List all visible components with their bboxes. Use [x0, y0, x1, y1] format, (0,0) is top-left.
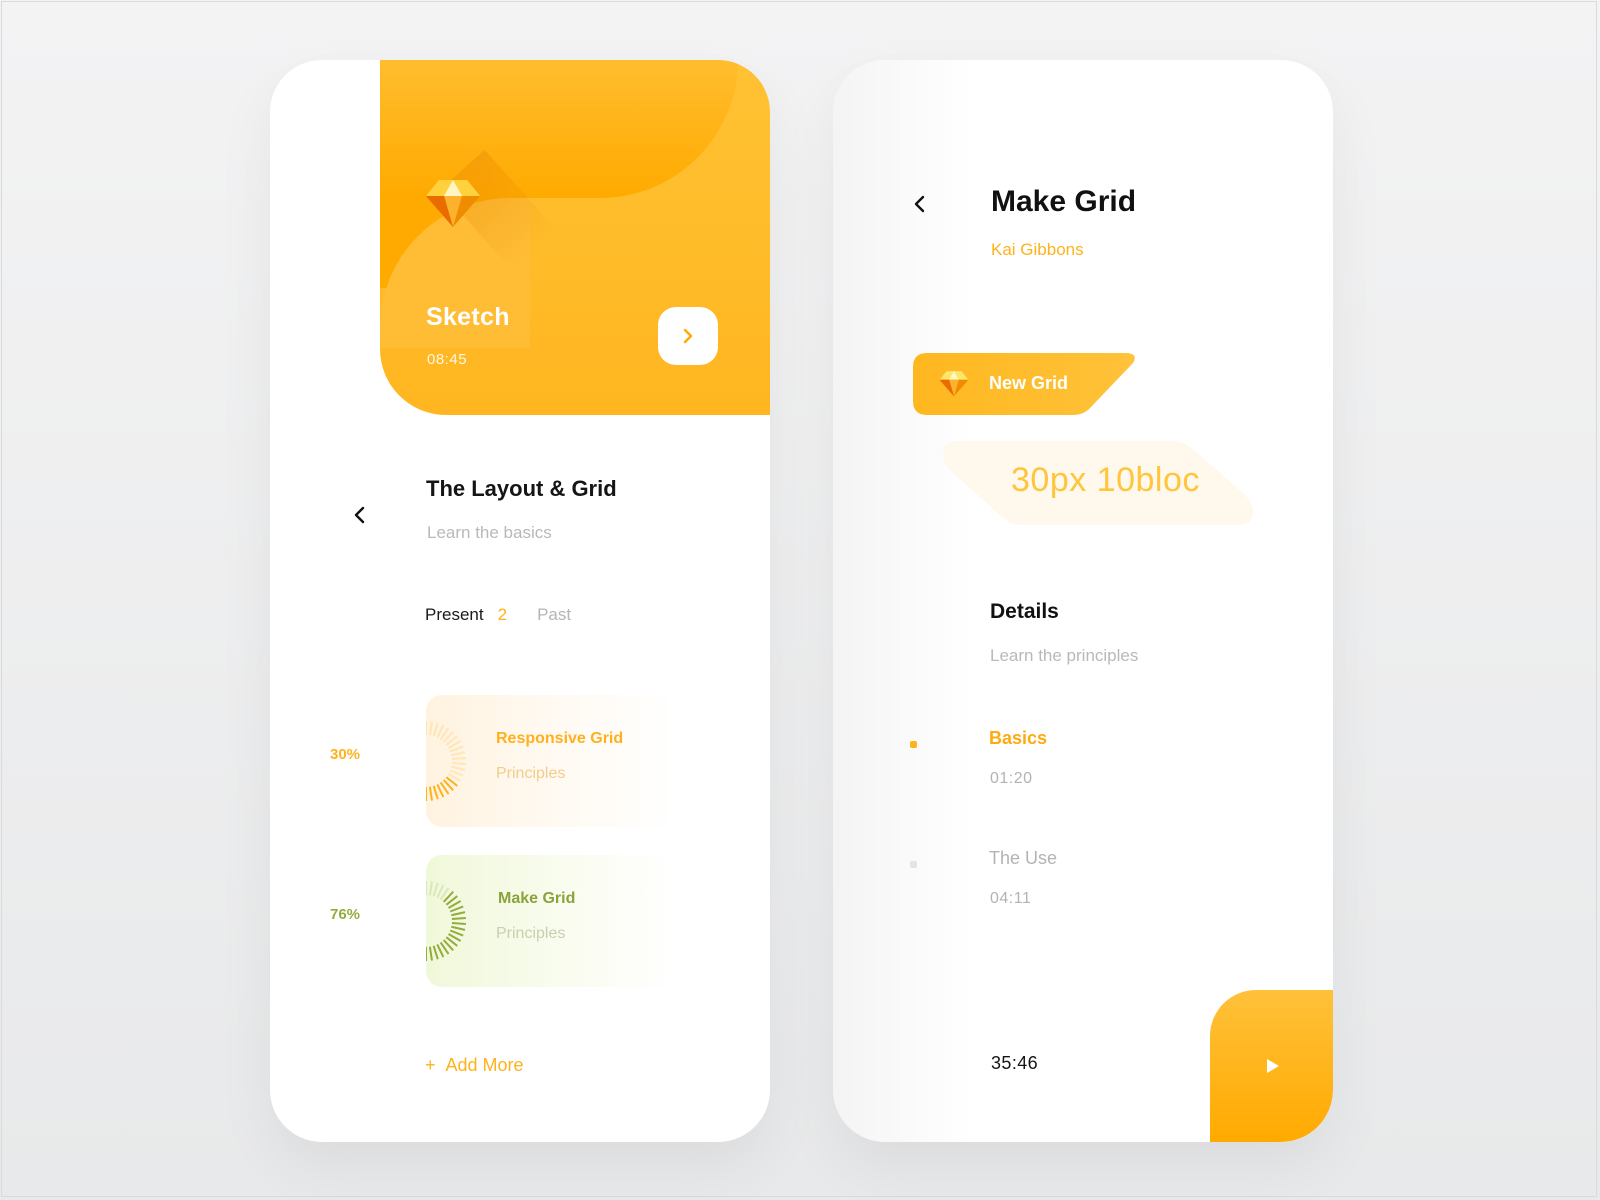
- course-screen: Sketch 08:45 The Layout & Grid Learn the…: [270, 60, 770, 1142]
- back-chevron-left-icon[interactable]: [910, 191, 930, 217]
- progress-percent: 30%: [330, 746, 361, 763]
- chevron-right-icon: [683, 328, 693, 344]
- dial-tick: [451, 761, 466, 765]
- dial-tick: [451, 917, 466, 921]
- course-title: The Layout & Grid: [426, 476, 617, 501]
- dial-tick: [428, 946, 433, 961]
- add-more-button[interactable]: + Add More: [425, 1055, 524, 1076]
- dial-tick: [428, 881, 433, 896]
- author-name[interactable]: Kai Gibbons: [991, 240, 1084, 260]
- tabs: Present 2 Past: [425, 605, 571, 625]
- dial-tick: [449, 769, 464, 777]
- dial-tick: [451, 765, 466, 771]
- hero-time: 08:45: [427, 351, 468, 368]
- lesson-card-title: Responsive Grid: [496, 730, 624, 747]
- tab-present-count: 2: [497, 605, 508, 624]
- sketch-logo-icon: [426, 180, 480, 227]
- lesson-duration: 04:11: [990, 890, 1032, 907]
- total-duration: 35:46: [991, 1053, 1039, 1073]
- course-subtitle: Learn the basics: [427, 523, 552, 542]
- lesson-card-make-grid[interactable]: Make Grid Principles: [426, 855, 676, 987]
- tab-present[interactable]: Present: [425, 605, 484, 625]
- screenshot-frame: [1, 1, 1597, 1197]
- back-chevron-left-icon[interactable]: [350, 502, 370, 528]
- tab-past[interactable]: Past: [537, 605, 571, 625]
- add-more-label: Add More: [445, 1055, 524, 1075]
- play-button[interactable]: [1210, 990, 1333, 1142]
- dial-tick: [451, 921, 466, 925]
- plus-icon: +: [425, 1055, 436, 1075]
- dial-tick: [428, 721, 433, 736]
- new-grid-label: New Grid: [989, 373, 1069, 393]
- dial-tick: [451, 925, 466, 931]
- progress-percent: 76%: [330, 906, 361, 923]
- lesson-card-subtitle: Principles: [496, 765, 566, 782]
- lesson-card-title: Make Grid: [498, 890, 576, 907]
- dial-tick: [432, 785, 439, 800]
- dial-tick: [449, 905, 464, 913]
- dial-tick: [449, 745, 464, 753]
- new-grid-button[interactable]: New Grid: [913, 353, 1141, 415]
- play-icon: [1267, 1059, 1279, 1073]
- details-subtitle: Learn the principles: [990, 646, 1139, 665]
- dial-tick: [451, 751, 466, 757]
- lesson-inactive-indicator: [910, 861, 917, 868]
- hero-title: Sketch: [426, 303, 510, 331]
- dial-tick: [451, 757, 466, 761]
- lesson-item-the-use[interactable]: The Use: [989, 848, 1057, 869]
- lesson-item-basics[interactable]: Basics: [989, 728, 1047, 749]
- hero-card: Sketch 08:45: [380, 60, 770, 415]
- dial-tick: [432, 882, 439, 897]
- lesson-card-subtitle: Principles: [496, 925, 566, 942]
- lesson-duration: 01:20: [990, 770, 1033, 787]
- lesson-active-indicator: [910, 741, 917, 748]
- dial-tick: [432, 945, 439, 960]
- grid-spec-text: 30px 10bloc: [1011, 461, 1200, 499]
- dial-tick: [449, 929, 464, 937]
- page-title: Make Grid: [991, 185, 1137, 218]
- progress-dial-icon: [426, 881, 466, 961]
- dial-tick: [432, 722, 439, 737]
- sketch-logo-icon: [939, 371, 969, 397]
- lesson-detail-screen: Make Grid Kai Gibbons New Grid 30px 10bl…: [833, 60, 1333, 1142]
- open-course-button[interactable]: [658, 307, 718, 365]
- dial-tick: [451, 911, 466, 917]
- progress-dial-icon: [426, 721, 466, 801]
- grid-spec-chip: 30px 10bloc: [943, 441, 1253, 531]
- lesson-card-responsive-grid[interactable]: Responsive Grid Principles: [426, 695, 676, 827]
- details-heading: Details: [990, 600, 1059, 623]
- dial-tick: [428, 786, 433, 801]
